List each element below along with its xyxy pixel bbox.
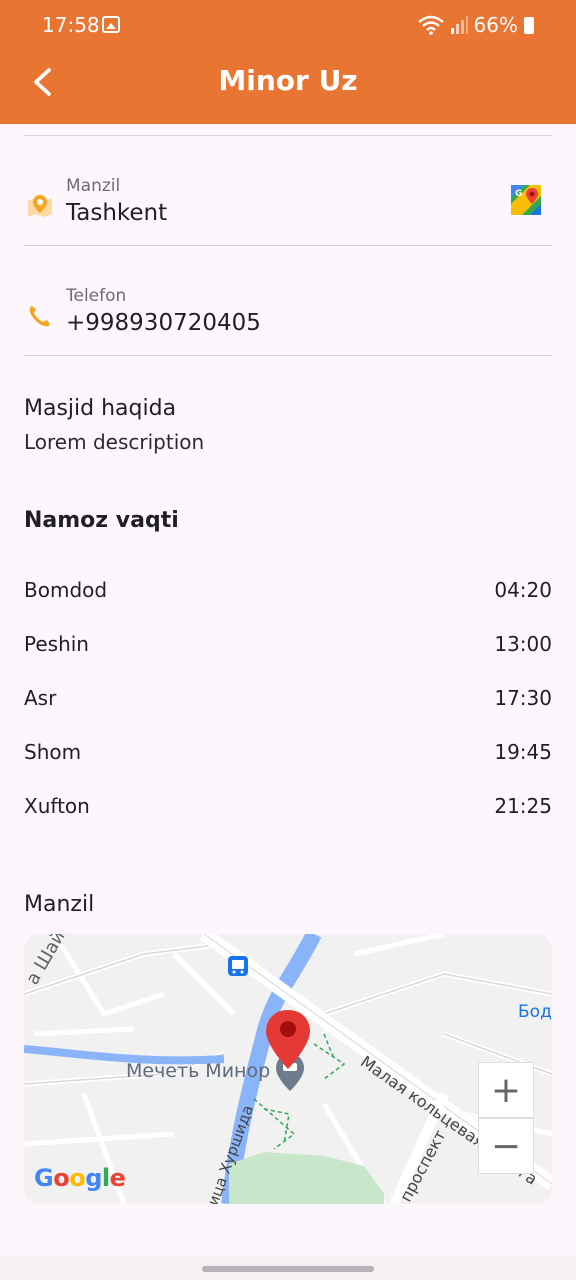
battery-icon bbox=[524, 16, 534, 34]
about-description: Lorem description bbox=[24, 430, 205, 454]
divider bbox=[24, 245, 552, 246]
phone-icon bbox=[29, 306, 50, 327]
prayer-name: Peshin bbox=[24, 632, 89, 656]
status-bar: 17:58 66% bbox=[0, 0, 576, 50]
page-title: Minor Uz bbox=[218, 64, 358, 97]
zoom-out-button[interactable]: − bbox=[478, 1118, 534, 1174]
prayer-name: Asr bbox=[24, 686, 57, 710]
signal-icon bbox=[450, 16, 468, 34]
image-notification-icon bbox=[102, 16, 120, 33]
status-time: 17:58 bbox=[42, 13, 100, 37]
prayer-time: 21:25 bbox=[494, 794, 552, 818]
phone-row[interactable]: Telefon +998930720405 bbox=[0, 286, 576, 376]
map-pin-icon bbox=[28, 195, 52, 217]
location-title: Manzil bbox=[24, 892, 95, 917]
prayer-time: 17:30 bbox=[494, 686, 552, 710]
battery-percent: 66% bbox=[473, 13, 518, 37]
address-row[interactable]: Manzil Tashkent G bbox=[0, 176, 576, 266]
prayer-row: Xufton 21:25 bbox=[24, 794, 552, 824]
prayer-row: Peshin 13:00 bbox=[24, 632, 552, 662]
home-indicator[interactable] bbox=[202, 1266, 374, 1272]
prayer-row: Asr 17:30 bbox=[24, 686, 552, 716]
map-place-label: Мечеть Минор bbox=[126, 1060, 271, 1082]
map-view[interactable]: а Шайх Мечеть Минор Малая кольцевая доро… bbox=[24, 934, 552, 1204]
prayer-row: Bomdod 04:20 bbox=[24, 578, 552, 608]
google-maps-icon[interactable]: G bbox=[510, 184, 542, 216]
map-area-label: Бод bbox=[518, 1002, 552, 1022]
phone-label: Telefon bbox=[66, 286, 127, 306]
prayer-row: Shom 19:45 bbox=[24, 740, 552, 770]
phone-value: +998930720405 bbox=[66, 310, 261, 336]
address-value: Tashkent bbox=[66, 200, 168, 226]
google-logo: Google bbox=[34, 1164, 126, 1192]
prayer-time: 19:45 bbox=[494, 740, 552, 764]
app-bar: 17:58 66% Minor Uz bbox=[0, 0, 576, 124]
prayer-title: Namoz vaqti bbox=[24, 508, 179, 533]
svg-text:G: G bbox=[515, 189, 522, 199]
zoom-in-button[interactable]: + bbox=[478, 1062, 534, 1118]
prayer-name: Shom bbox=[24, 740, 82, 764]
address-label: Manzil bbox=[66, 176, 121, 196]
about-title: Masjid haqida bbox=[24, 396, 177, 421]
prayer-time: 13:00 bbox=[494, 632, 552, 656]
divider bbox=[24, 355, 552, 356]
divider bbox=[24, 135, 552, 136]
prayer-name: Bomdod bbox=[24, 578, 108, 602]
status-right: 66% bbox=[417, 13, 534, 37]
prayer-time: 04:20 bbox=[494, 578, 552, 602]
wifi-icon bbox=[417, 15, 444, 35]
prayer-name: Xufton bbox=[24, 794, 90, 818]
